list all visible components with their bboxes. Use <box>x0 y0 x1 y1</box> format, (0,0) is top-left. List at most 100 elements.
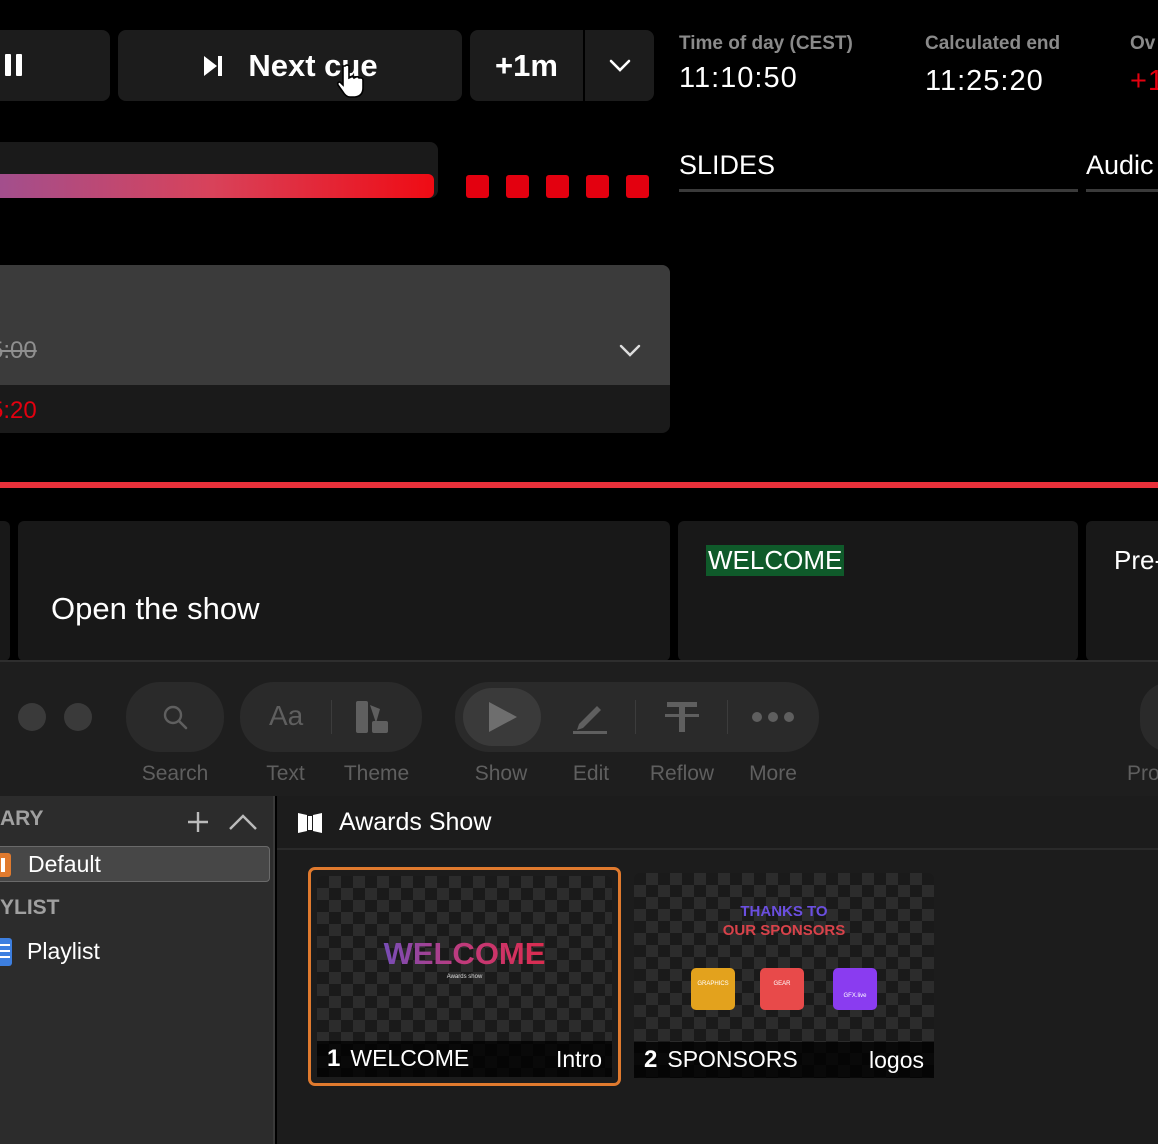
slide-name: WELCOME <box>350 1045 470 1071</box>
add-minute-label: +1m <box>495 47 558 83</box>
search-icon <box>163 705 188 730</box>
current-cue-card[interactable]: Open the show <box>18 521 670 661</box>
toolbar-label: More <box>749 762 797 785</box>
slide-caption: 2 SPONSORS logos <box>634 1042 934 1078</box>
more-icon <box>752 712 794 722</box>
library-icon <box>0 853 11 877</box>
app-toolbar: Search Aa Text Theme Show Edit Reflow Mo… <box>0 660 1158 796</box>
toolbar-label: Reflow <box>649 762 715 785</box>
divider <box>727 700 728 734</box>
tab-audio[interactable]: Audic <box>1086 150 1158 194</box>
cue-timing-dropdown[interactable]: 5:00 <box>0 265 670 385</box>
actual-duration: 5:20 <box>0 397 37 424</box>
next-cue-card[interactable]: Pre- <box>1086 521 1158 661</box>
slide-number: 1 <box>327 1045 341 1072</box>
search-button[interactable] <box>126 682 224 752</box>
library-item-label: Default <box>28 851 101 877</box>
toolbar-label: Show <box>474 762 528 785</box>
tab-underline <box>679 189 1078 192</box>
next-cue-title: Pre- <box>1114 545 1158 575</box>
divider <box>635 700 636 734</box>
chevron-down-icon <box>609 59 630 72</box>
playlist-icon <box>0 938 12 966</box>
presentation-title: Awards Show <box>339 808 492 836</box>
sponsor-logo-text: GRAPHICS <box>697 981 729 987</box>
text-button[interactable]: Aa <box>240 682 331 752</box>
add-minute-dropdown-button[interactable] <box>585 30 654 101</box>
time-of-day-label: Time of day (CEST) <box>679 33 853 54</box>
toolbar-label: Theme <box>343 762 410 785</box>
library-sidebar: ARY Default YLIST Playlist <box>0 796 275 1144</box>
slide-cue-card[interactable]: WELCOME <box>678 521 1078 661</box>
text-icon: Aa <box>269 700 304 731</box>
window-control-button[interactable] <box>64 703 92 731</box>
progress-track <box>0 142 438 198</box>
chevron-up-icon[interactable] <box>228 813 258 831</box>
pause-icon <box>5 54 22 76</box>
over-value: +1 <box>1130 65 1158 97</box>
slide-tag: WELCOME <box>706 545 845 576</box>
presentation-icon <box>298 813 322 833</box>
pause-button[interactable] <box>0 30 110 101</box>
playlist-item[interactable]: Playlist <box>0 934 270 970</box>
slide-thumbnail[interactable]: THANKS TO OUR SPONSORS GRAPHICS GEAR GFX… <box>634 873 936 1080</box>
pro-button[interactable] <box>1140 682 1158 752</box>
toolbar-label: Search <box>141 762 209 785</box>
reflow-icon <box>665 702 699 732</box>
warning-block <box>626 175 649 198</box>
previous-cue-card[interactable] <box>0 521 10 661</box>
tab-slides[interactable]: SLIDES <box>679 150 1078 194</box>
sponsor-logo: GFX.live <box>833 968 877 1010</box>
text-theme-group: Aa <box>240 682 422 752</box>
presentation-header: Awards Show <box>277 796 1158 850</box>
slide-graphic-subtitle: Awards show <box>446 974 483 980</box>
reflow-button[interactable] <box>645 682 719 752</box>
slide-caption-left: 2 SPONSORS <box>644 1046 798 1074</box>
show-button[interactable] <box>463 688 541 746</box>
progress-fill <box>0 174 434 198</box>
warning-block <box>546 175 569 198</box>
calculated-end-label: Calculated end <box>925 33 1061 54</box>
slide-graphic-line: OUR SPONSORS <box>722 922 846 939</box>
slide-caption-left: 1 WELCOME <box>327 1045 469 1073</box>
warning-block <box>506 175 529 198</box>
pencil-icon <box>573 706 607 734</box>
next-cue-button[interactable]: Next cue <box>118 30 462 101</box>
add-minute-split-button: +1m <box>470 30 654 101</box>
slide-group: logos <box>869 1046 924 1073</box>
over-label: Ov <box>1130 33 1156 54</box>
skip-next-icon <box>204 55 223 76</box>
edit-button[interactable] <box>555 682 627 752</box>
tab-audio-label: Audic <box>1086 150 1154 180</box>
current-cue-title: Open the show <box>51 591 260 626</box>
presentation-area: Awards Show WELCOME Awards show 1 WELCOME… <box>277 796 1158 1144</box>
slide-thumbnail[interactable]: WELCOME Awards show 1 WELCOME Intro <box>308 867 621 1086</box>
overrun-line <box>0 482 1158 488</box>
slide-graphic-line: THANKS TO <box>740 903 828 920</box>
slide-name: SPONSORS <box>667 1046 798 1072</box>
hand-cursor-icon <box>336 64 364 98</box>
sponsor-logo-text: GEAR <box>773 981 791 987</box>
warning-block <box>466 175 489 198</box>
window-control-button[interactable] <box>18 703 46 731</box>
sponsor-logo: GRAPHICS <box>691 968 735 1010</box>
tab-slides-label: SLIDES <box>679 150 776 180</box>
slide-number: 2 <box>644 1046 658 1073</box>
tab-underline <box>1086 189 1158 192</box>
add-minute-button[interactable]: +1m <box>470 30 583 101</box>
calculated-end-value: 11:25:20 <box>925 65 1044 97</box>
playlist-header: YLIST <box>0 896 60 919</box>
playlist-item-label: Playlist <box>27 938 100 964</box>
slide-preview: THANKS TO OUR SPONSORS GRAPHICS GEAR GFX… <box>634 873 934 1078</box>
time-of-day-value: 11:10:50 <box>679 62 798 94</box>
slide-preview: WELCOME Awards show 1 WELCOME Intro <box>317 876 612 1077</box>
cue-timing-panel: 5:00 5:20 <box>0 265 670 433</box>
theme-button[interactable] <box>332 682 422 752</box>
library-item-default[interactable]: Default <box>0 846 270 882</box>
add-icon[interactable] <box>186 810 210 834</box>
more-button[interactable] <box>733 682 813 752</box>
chevron-down-icon <box>619 344 641 357</box>
slide-group: Intro <box>555 1045 602 1072</box>
sponsor-logo-text: GFX.live <box>843 993 867 999</box>
toolbar-label: Edit <box>572 762 610 785</box>
